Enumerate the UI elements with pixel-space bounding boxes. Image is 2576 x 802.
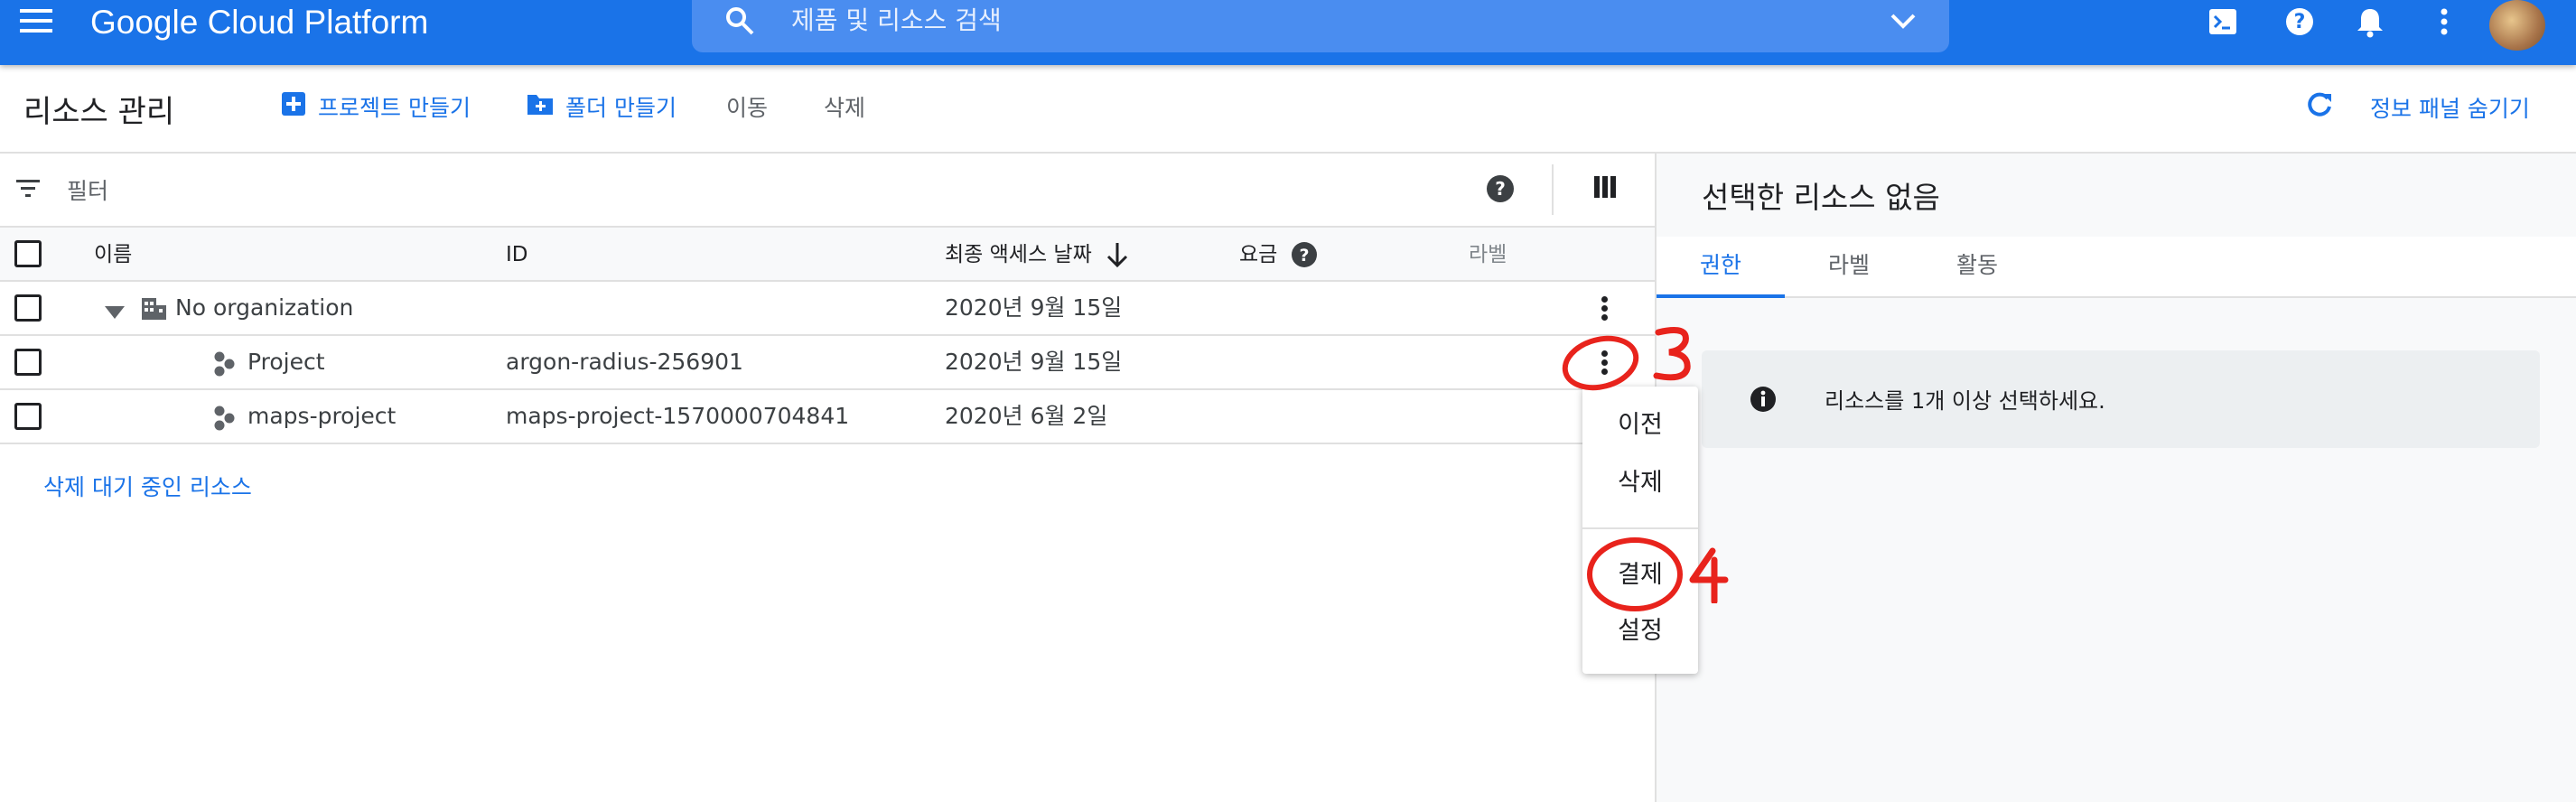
svg-text:?: ? xyxy=(1495,178,1506,200)
project-icon xyxy=(211,350,238,383)
search-bar[interactable]: 제품 및 리소스 검색 xyxy=(692,0,1949,52)
context-menu: 이전 삭제 결제 설정 xyxy=(1582,387,1698,674)
info-icon xyxy=(1749,385,1778,417)
column-header-last-access[interactable]: 최종 액세스 날짜 xyxy=(945,228,1092,282)
table-row[interactable]: No organization 2020년 9월 15일 xyxy=(0,282,1655,336)
caret-down-icon[interactable] xyxy=(103,300,126,326)
help-icon[interactable]: ? xyxy=(1290,240,1319,275)
pending-deletion-link[interactable]: 삭제 대기 중인 리소스 xyxy=(43,470,252,502)
menu-item-delete[interactable]: 삭제 xyxy=(1582,462,1698,498)
refresh-icon xyxy=(2305,90,2334,125)
filter-input[interactable]: 필터 xyxy=(67,173,108,206)
select-all-checkbox[interactable] xyxy=(14,240,42,267)
menu-divider xyxy=(1582,527,1698,529)
avatar[interactable] xyxy=(2489,0,2545,51)
terminal-icon[interactable] xyxy=(2206,4,2242,40)
hide-info-panel-label: 정보 패널 숨기기 xyxy=(2370,96,2530,122)
menu-icon[interactable] xyxy=(18,4,54,40)
create-folder-icon xyxy=(526,90,555,123)
add-box-icon xyxy=(280,90,307,123)
move-button[interactable]: 이동 xyxy=(726,90,768,123)
more-vert-icon[interactable] xyxy=(1593,294,1615,323)
row-id: maps-project-1570000704841 xyxy=(506,403,850,429)
svg-text:?: ? xyxy=(1299,246,1309,266)
column-header-charges[interactable]: 요금 xyxy=(1239,228,1277,282)
row-last-access: 2020년 9월 15일 xyxy=(945,349,1123,375)
chevron-down-icon[interactable] xyxy=(1888,5,1918,40)
row-name[interactable]: No organization xyxy=(175,282,353,334)
column-header-id[interactable]: ID xyxy=(506,228,528,282)
annotation-number-3 xyxy=(1653,327,1691,381)
info-panel-tabs: 권한 라벨 활동 xyxy=(1657,237,2576,298)
row-checkbox[interactable] xyxy=(14,349,42,376)
create-project-button[interactable]: 프로젝트 만들기 xyxy=(280,90,471,123)
tab-labels[interactable]: 라벨 xyxy=(1785,237,1913,298)
row-checkbox[interactable] xyxy=(14,403,42,430)
table-row[interactable]: maps-project maps-project-1570000704841 … xyxy=(0,390,1655,444)
table-header: 이름 ID 최종 액세스 날짜 요금 ? 라벨 xyxy=(0,228,1655,282)
column-header-labels: 라벨 xyxy=(1469,243,1507,266)
page-title: 리소스 관리 xyxy=(23,94,175,130)
project-icon xyxy=(211,405,238,437)
help-icon[interactable]: ? xyxy=(2282,4,2318,40)
delete-button[interactable]: 삭제 xyxy=(824,90,865,123)
hide-info-panel-button[interactable]: 정보 패널 숨기기 xyxy=(2305,90,2530,125)
row-id: argon-radius-256901 xyxy=(506,349,743,375)
create-project-label: 프로젝트 만들기 xyxy=(318,95,471,121)
filter-icon[interactable] xyxy=(14,177,42,204)
search-icon xyxy=(724,5,755,40)
filter-bar: 필터 ? xyxy=(0,154,1655,228)
info-message-box: 리소스를 1개 이상 선택하세요. xyxy=(1702,350,2540,448)
column-display-icon[interactable] xyxy=(1591,173,1619,204)
search-input[interactable]: 제품 및 리소스 검색 xyxy=(791,0,1002,42)
top-app-bar: Google Cloud Platform 제품 및 리소스 검색 ? xyxy=(0,0,2576,65)
tab-permissions[interactable]: 권한 xyxy=(1657,237,1785,298)
info-message: 리소스를 1개 이상 선택하세요. xyxy=(1825,388,2105,414)
tab-activity[interactable]: 활동 xyxy=(1913,237,2041,298)
menu-item-migrate[interactable]: 이전 xyxy=(1582,405,1698,440)
row-last-access: 2020년 9월 15일 xyxy=(945,294,1123,321)
row-checkbox[interactable] xyxy=(14,294,42,322)
divider xyxy=(1552,164,1554,215)
row-last-access: 2020년 6월 2일 xyxy=(945,403,1108,429)
table-row[interactable]: Project argon-radius-256901 2020년 9월 15일 xyxy=(0,336,1655,390)
row-name[interactable]: Project xyxy=(247,336,325,388)
annotation-circle-4 xyxy=(1587,537,1683,611)
svg-text:?: ? xyxy=(2294,11,2306,33)
action-bar: 리소스 관리 프로젝트 만들기 폴더 만들기 이동 삭제 정보 패널 숨기기 xyxy=(0,65,2576,154)
more-vert-icon[interactable] xyxy=(2426,4,2462,40)
annotation-number-4 xyxy=(1689,547,1729,603)
create-folder-button[interactable]: 폴더 만들기 xyxy=(526,90,677,123)
column-header-name[interactable]: 이름 xyxy=(94,228,132,282)
row-name[interactable]: maps-project xyxy=(247,390,396,443)
info-panel: 선택한 리소스 없음 권한 라벨 활동 리소스를 1개 이상 선택하세요. xyxy=(1655,154,2576,802)
create-folder-label: 폴더 만들기 xyxy=(565,95,677,121)
brand-title[interactable]: Google Cloud Platform xyxy=(90,0,428,45)
arrow-down-icon[interactable] xyxy=(1104,240,1131,275)
bell-icon[interactable] xyxy=(2352,4,2388,40)
help-icon[interactable]: ? xyxy=(1485,173,1516,208)
organization-icon xyxy=(139,294,168,329)
info-panel-title: 선택한 리소스 없음 xyxy=(1702,180,1940,215)
